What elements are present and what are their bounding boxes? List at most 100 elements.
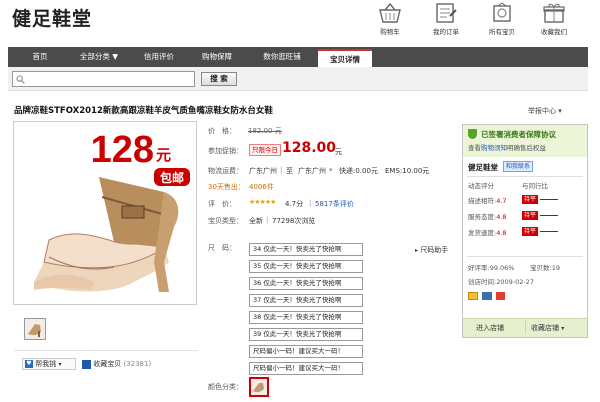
report-label: 举报中心 (528, 107, 556, 115)
favorite-shop-link[interactable]: 收藏我们 (526, 2, 582, 36)
size-option-38[interactable]: 38 仅此一天！快卖光了快抢啊 (249, 311, 363, 324)
favorite-shop-button[interactable]: 收藏店铺 ▾ (531, 323, 564, 333)
chevron-down-icon: ▾ (58, 361, 62, 368)
score-label-desc: 描述相符:4.7 (468, 195, 507, 205)
seller-name[interactable]: 健足鞋堂 (468, 162, 498, 173)
score-value-service: 4.8 (496, 213, 507, 221)
promo-label: 参加促销： (208, 147, 243, 155)
size-helper-link[interactable]: ▸ 尺码助手 (415, 245, 448, 255)
shipping-ems: EMS:10.00元 (385, 167, 430, 175)
promo-price: 128.00 (282, 140, 337, 156)
favorite-icon (82, 359, 91, 369)
goods-icon (493, 2, 511, 22)
shipping-to-chevron[interactable]: ▾ (329, 166, 333, 174)
basket-icon (379, 2, 401, 23)
shipping-divider: | (280, 166, 283, 174)
rating-count-link[interactable]: 5817条评价 (315, 199, 354, 209)
shipping-label: 物流运费： (208, 167, 243, 175)
share-icon: ♥ (25, 360, 33, 368)
size-option-36[interactable]: 36 仅此一天！快卖光了快抢啊 (249, 277, 363, 290)
sold-label: 30天售出： (208, 183, 245, 191)
search-button[interactable]: 搜 索 (201, 72, 237, 86)
contact-seller-button[interactable]: 和我联系 (503, 161, 534, 172)
divider (467, 176, 583, 177)
all-goods-label: 所有宝贝 (489, 28, 515, 36)
size-option-note-1[interactable]: 尺码偏小一码！建议买大一码！ (249, 345, 363, 358)
all-goods-link[interactable]: 所有宝贝 (474, 2, 530, 36)
cart-label: 购物车 (380, 28, 400, 36)
price-label: 价 格： (208, 127, 236, 135)
enter-shop-button[interactable]: 进入店铺 (476, 323, 504, 333)
credit-count: 宝贝数:19 (530, 264, 560, 272)
score-badge-service-text: 持平 (522, 211, 539, 220)
payment-alipay-icon (482, 292, 492, 300)
nav-reviews[interactable]: 信用评价 (134, 47, 184, 67)
nav-guarantee[interactable]: 购物保障 (190, 47, 244, 67)
compare-title: 与同行比 (522, 182, 548, 190)
score-badge-desc-text: 持平 (522, 195, 539, 204)
score-dash (540, 215, 558, 216)
tab-item-details[interactable]: 宝贝详情 (318, 49, 372, 67)
image-currency-text: 元 (156, 146, 171, 164)
guarantee-tail: 明确售后权益 (507, 144, 546, 152)
type-views: 77298次浏览 (272, 217, 316, 225)
shop-created: 创店时间:2009-02-27 (468, 278, 534, 286)
score-badge-shipping-text: 持平 (522, 227, 539, 236)
order-icon (436, 3, 457, 23)
rating-label: 评 价： (208, 200, 236, 208)
favorite-shop-text: 收藏店铺 (531, 324, 559, 332)
favorite-product-button[interactable]: 收藏宝贝 (32381) (82, 358, 151, 370)
chevron-down-icon: ▾ (558, 107, 562, 115)
size-option-37[interactable]: 37 仅此一天！快卖光了快抢啊 (249, 294, 363, 307)
guarantee-sub-text: 查看 (468, 144, 481, 152)
nav-home[interactable]: 首页 (14, 47, 66, 67)
good-rate: 好评率:99.06% (468, 264, 515, 272)
color-option[interactable] (249, 377, 269, 397)
search-input[interactable] (12, 71, 195, 87)
sandal-image: 128 元 包邮 (14, 122, 196, 304)
orders-link[interactable]: 我的订单 (418, 2, 474, 36)
guarantee-title: 已签署消费者保障协议 (481, 130, 556, 139)
product-thumbnail[interactable] (24, 318, 46, 340)
shop-nav: 首页 全部分类 ▼ 信用评价 购物保障 数你逛旺铺 宝贝详情 (8, 47, 588, 67)
color-label: 颜色分类： (208, 383, 243, 391)
divider (467, 256, 583, 257)
favorite-count: (32381) (123, 360, 152, 368)
rating-score: 4.7分 (285, 200, 304, 208)
score-dash (540, 231, 558, 232)
divider (525, 320, 526, 334)
score-title: 动态评分 (468, 182, 494, 190)
rating-divider: | (309, 199, 312, 207)
original-price: 182.00 元 (248, 127, 282, 135)
nav-shop[interactable]: 数你逛旺铺 (252, 47, 312, 67)
favorite-label: 收藏宝贝 (93, 360, 122, 368)
score-label-shipping: 发货速度:4.8 (468, 227, 507, 237)
orders-label: 我的订单 (433, 28, 459, 36)
search-icon (16, 75, 25, 84)
shop-logo[interactable]: 健足鞋堂 (12, 4, 92, 31)
nav-categories[interactable]: 全部分类 ▼ (68, 47, 130, 67)
score-label-shipping-text: 发货速度: (468, 229, 497, 237)
size-option-note-2[interactable]: 尺码偏小一码！建议买大一码！ (249, 362, 363, 375)
type-divider: | (266, 216, 269, 224)
promo-badge: 只限今日 (249, 144, 281, 156)
sandal-swatch-icon (253, 383, 264, 393)
size-option-34[interactable]: 34 仅此一天！快卖光了快抢啊 (249, 243, 363, 256)
guarantee-link[interactable]: 购物须知 (481, 144, 507, 152)
size-option-35[interactable]: 35 仅此一天！快卖光了快抢啊 (249, 260, 363, 273)
product-main-image[interactable]: 128 元 包邮 (13, 121, 197, 305)
cart-link[interactable]: 购物车 (362, 2, 418, 36)
size-option-39[interactable]: 39 仅此一天！快卖光了快抢啊 (249, 328, 363, 341)
report-link[interactable]: 举报中心 ▾ (528, 106, 562, 116)
share-button[interactable]: ♥ 帮我挑 ▾ (22, 358, 76, 370)
score-label-service: 服务态度:4.8 (468, 211, 507, 221)
score-label-service-text: 服务态度: (468, 213, 497, 221)
chevron-right-icon: ▸ (415, 247, 419, 254)
promo-unit: 元 (335, 148, 342, 156)
favorite-shop-label: 收藏我们 (541, 28, 567, 36)
score-value-shipping: 4.8 (496, 229, 507, 237)
payment-card-icon (468, 292, 478, 300)
score-badge-service: 持平 (520, 210, 539, 220)
rating-stars: ★★★★★ (249, 198, 276, 206)
shipping-to: 广东广州 (298, 167, 326, 175)
